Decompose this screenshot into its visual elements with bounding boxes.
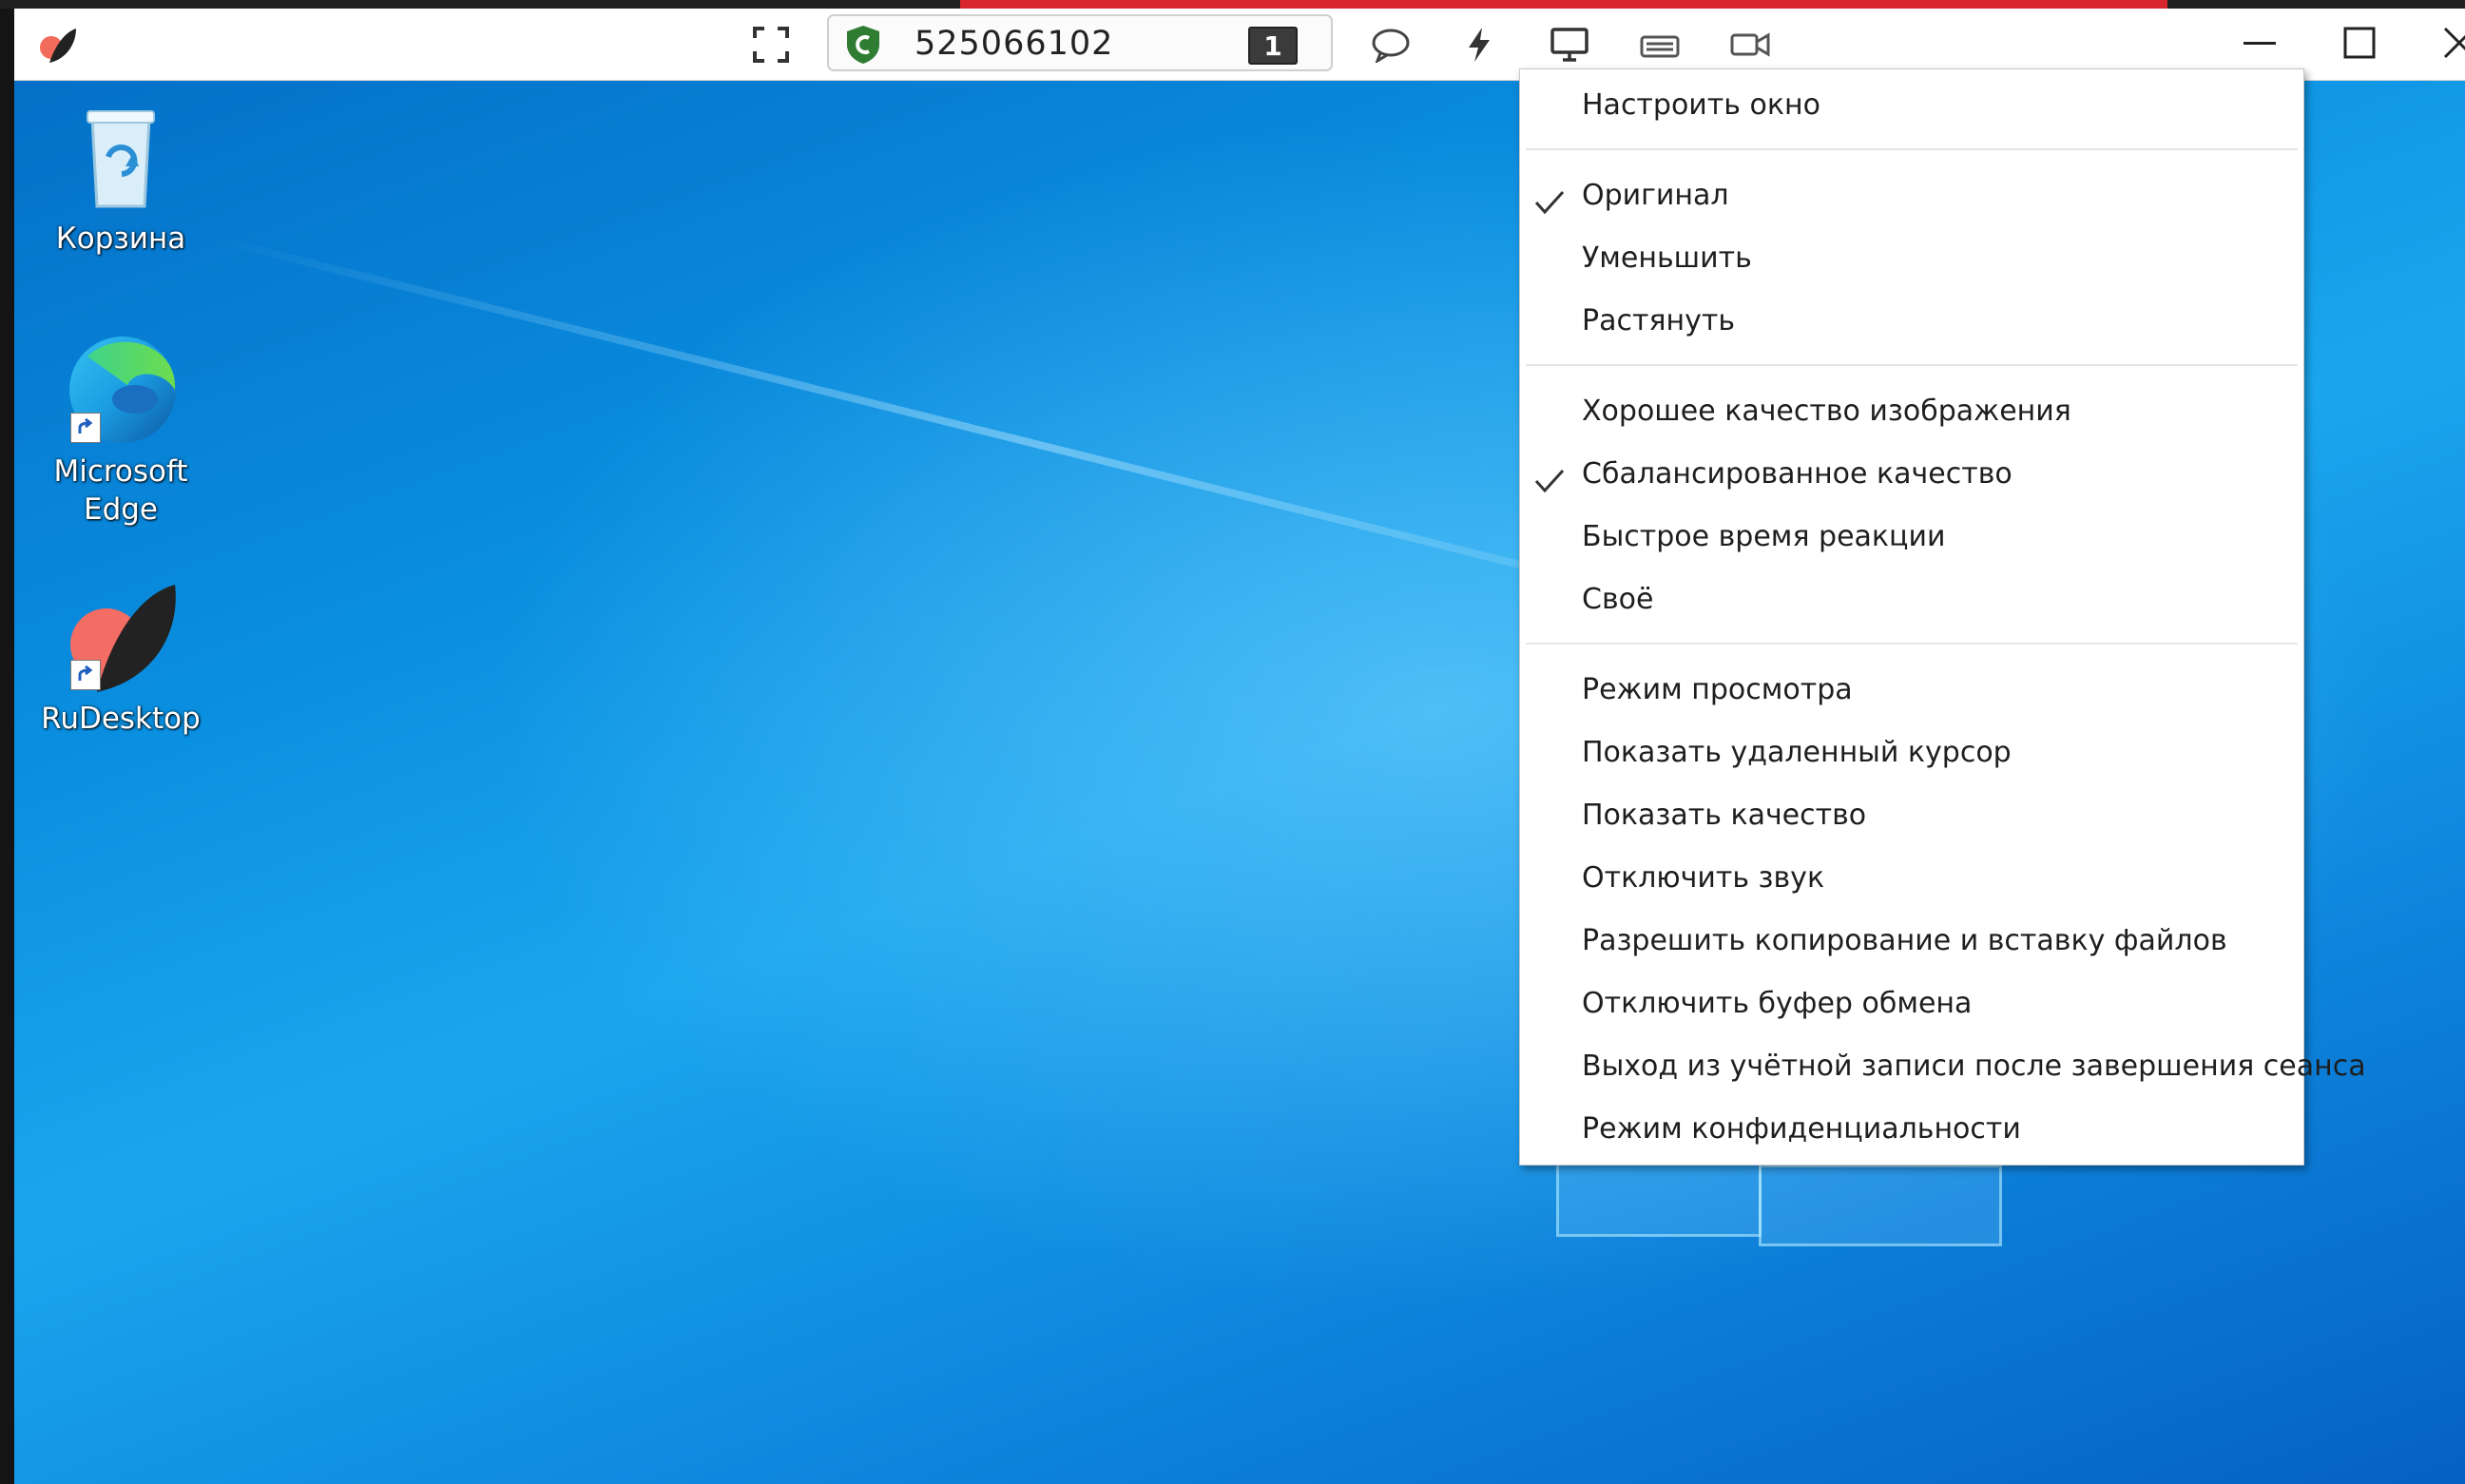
checkmark-icon [1533,181,1566,215]
shortcut-arrow-icon [70,413,101,443]
menu-separator [1526,364,2298,366]
fullscreen-icon[interactable] [746,20,796,69]
menu-separator [1526,643,2298,645]
menu-item-allow-file-copy[interactable]: Разрешить копирование и вставку файлов [1520,913,2303,970]
desktop-icon-label: Edge [83,492,158,527]
connection-id-box[interactable]: 525066102 1 [827,14,1333,71]
menu-item-custom[interactable]: Своё [1520,571,2303,628]
menu-item-good-quality[interactable]: Хорошее качество изображения [1520,383,2303,440]
menu-item-privacy-mode[interactable]: Режим конфиденциальности [1520,1101,2303,1158]
wallpaper-window-pane [1759,1165,2002,1246]
connection-id: 525066102 [915,25,1114,63]
window-left-border [0,0,14,1484]
desktop-icon-recycle-bin[interactable]: Корзина [35,100,206,258]
maximize-icon[interactable] [2329,18,2390,67]
chat-icon[interactable] [1366,20,1415,69]
video-icon[interactable] [1725,20,1775,69]
desktop-icon-label: Microsoft [53,454,188,489]
menu-item-show-remote-cursor[interactable]: Показать удаленный курсор [1520,724,2303,781]
menu-item-adjust-window[interactable]: Настроить окно [1520,77,2303,134]
close-icon[interactable] [2429,18,2465,67]
menu-item-original[interactable]: Оригинал [1520,167,2303,224]
wallpaper-window-pane [1556,1155,1762,1237]
lightning-icon[interactable] [1454,20,1504,69]
edge-icon [59,333,183,447]
shield-icon [844,24,882,66]
shortcut-arrow-icon [70,660,101,690]
accent-bar [960,0,2167,9]
desktop-icon-label: Корзина [55,222,186,256]
menu-item-disable-clipboard[interactable]: Отключить буфер обмена [1520,975,2303,1032]
menu-item-stretch[interactable]: Растянуть [1520,293,2303,350]
display-icon[interactable] [1545,20,1594,69]
minimize-icon[interactable] [2229,18,2290,67]
recycle-bin-icon [59,100,183,214]
desktop-icon-rudesktop[interactable]: RuDesktop [35,580,206,738]
desktop-icon-edge[interactable]: Microsoft Edge [35,333,206,529]
desktop-icon-label: RuDesktop [41,702,201,736]
menu-item-show-quality[interactable]: Показать качество [1520,787,2303,844]
menu-item-fast-response[interactable]: Быстрое время реакции [1520,509,2303,566]
menu-item-logout-after-session[interactable]: Выход из учётной записи после завершения… [1520,1038,2366,1095]
rudesktop-icon [59,580,183,694]
menu-item-shrink[interactable]: Уменьшить [1520,230,2303,287]
menu-item-mute[interactable]: Отключить звук [1520,850,2303,907]
menu-item-view-mode[interactable]: Режим просмотра [1520,662,2303,719]
app-logo-icon[interactable] [33,22,81,69]
menu-item-balanced-quality[interactable]: Сбалансированное качество [1520,446,2303,503]
checkmark-icon [1533,459,1566,493]
menu-separator [1526,148,2298,150]
display-settings-menu: Настроить окно Оригинал Уменьшить Растян… [1519,68,2366,1166]
monitor-number-badge[interactable]: 1 [1248,27,1298,65]
keyboard-icon[interactable] [1635,20,1685,69]
